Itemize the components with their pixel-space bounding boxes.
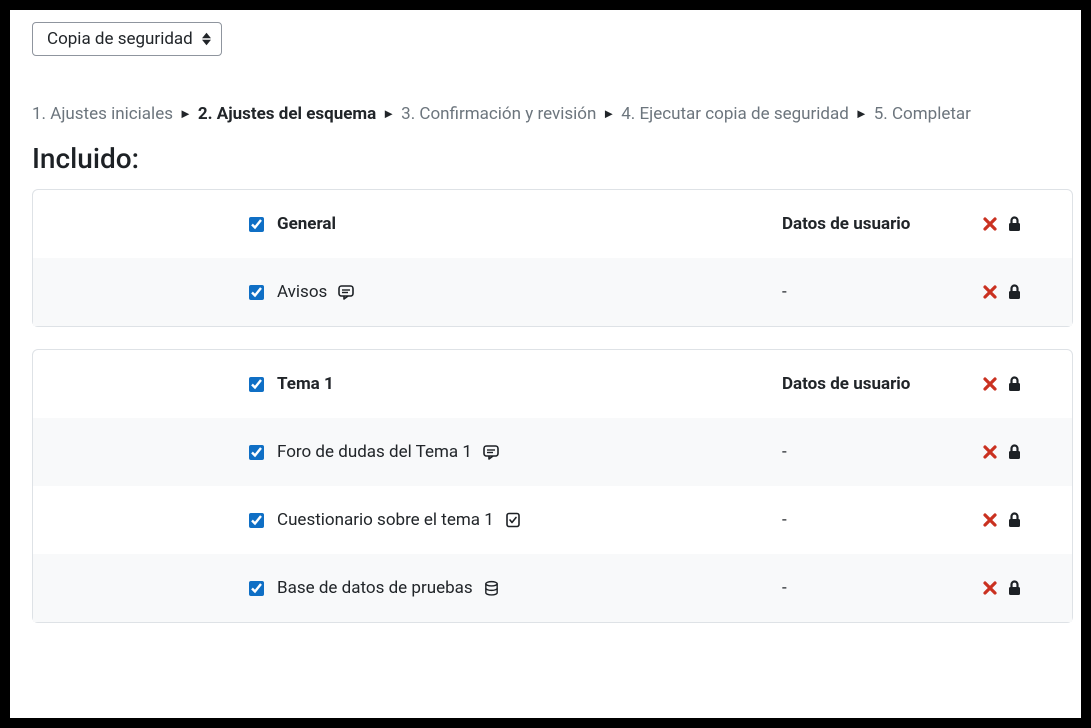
section-block: Tema 1 Datos de usuario Foro de dudas de… [32,349,1073,623]
include-section-checkbox[interactable] [249,377,264,392]
cross-icon [982,216,998,232]
section-header-label: General [277,214,336,234]
user-data-header: Datos de usuario [782,374,910,394]
include-activity-checkbox[interactable] [249,513,264,528]
user-data-header: Datos de usuario [782,214,910,234]
forum-icon [482,443,500,461]
sort-icon [202,33,211,46]
lock-icon [1008,376,1021,392]
quiz-icon [504,511,522,529]
chevron-right-icon: ► [179,106,192,122]
cross-icon [982,580,998,596]
chevron-right-icon: ► [855,106,868,122]
forum-icon [337,283,355,301]
activity-label: Cuestionario sobre el tema 1 [277,510,494,530]
step-1: 1. Ajustes iniciales [32,104,173,124]
cross-icon [982,284,998,300]
cross-icon [982,444,998,460]
cross-icon [982,376,998,392]
activity-label: Foro de dudas del Tema 1 [277,442,472,462]
activity-row: Avisos - [33,258,1072,326]
user-data-value: - [782,578,787,598]
chevron-right-icon: ► [602,106,615,122]
activity-label: Avisos [277,282,327,302]
activity-row: Cuestionario sobre el tema 1 - [33,486,1072,554]
lock-icon [1008,512,1021,528]
include-activity-checkbox[interactable] [249,581,264,596]
backup-dropdown-label: Copia de seguridad [47,29,193,49]
activity-row: Foro de dudas del Tema 1 - [33,418,1072,486]
step-4: 4. Ejecutar copia de seguridad [621,104,849,124]
step-3: 3. Confirmación y revisión [401,104,596,124]
user-data-value: - [782,510,787,530]
database-icon [483,580,500,597]
backup-dropdown[interactable]: Copia de seguridad [32,22,222,56]
section-title: Incluido: [32,142,1073,175]
lock-icon [1008,284,1021,300]
step-2: 2. Ajustes del esquema [198,104,376,124]
lock-icon [1008,216,1021,232]
section-header-label: Tema 1 [277,374,334,394]
section-header-row: General Datos de usuario [33,190,1072,258]
include-section-checkbox[interactable] [249,217,264,232]
user-data-value: - [782,282,787,302]
lock-icon [1008,580,1021,596]
cross-icon [982,512,998,528]
activity-row: Base de datos de pruebas - [33,554,1072,622]
step-5: 5. Completar [874,104,971,124]
section-block: General Datos de usuario Avisos - [32,189,1073,327]
lock-icon [1008,444,1021,460]
section-header-row: Tema 1 Datos de usuario [33,350,1072,418]
user-data-value: - [782,442,787,462]
chevron-right-icon: ► [382,106,395,122]
include-activity-checkbox[interactable] [249,285,264,300]
activity-label: Base de datos de pruebas [277,578,473,598]
include-activity-checkbox[interactable] [249,445,264,460]
progress-steps: 1. Ajustes iniciales ► 2. Ajustes del es… [32,104,1073,124]
